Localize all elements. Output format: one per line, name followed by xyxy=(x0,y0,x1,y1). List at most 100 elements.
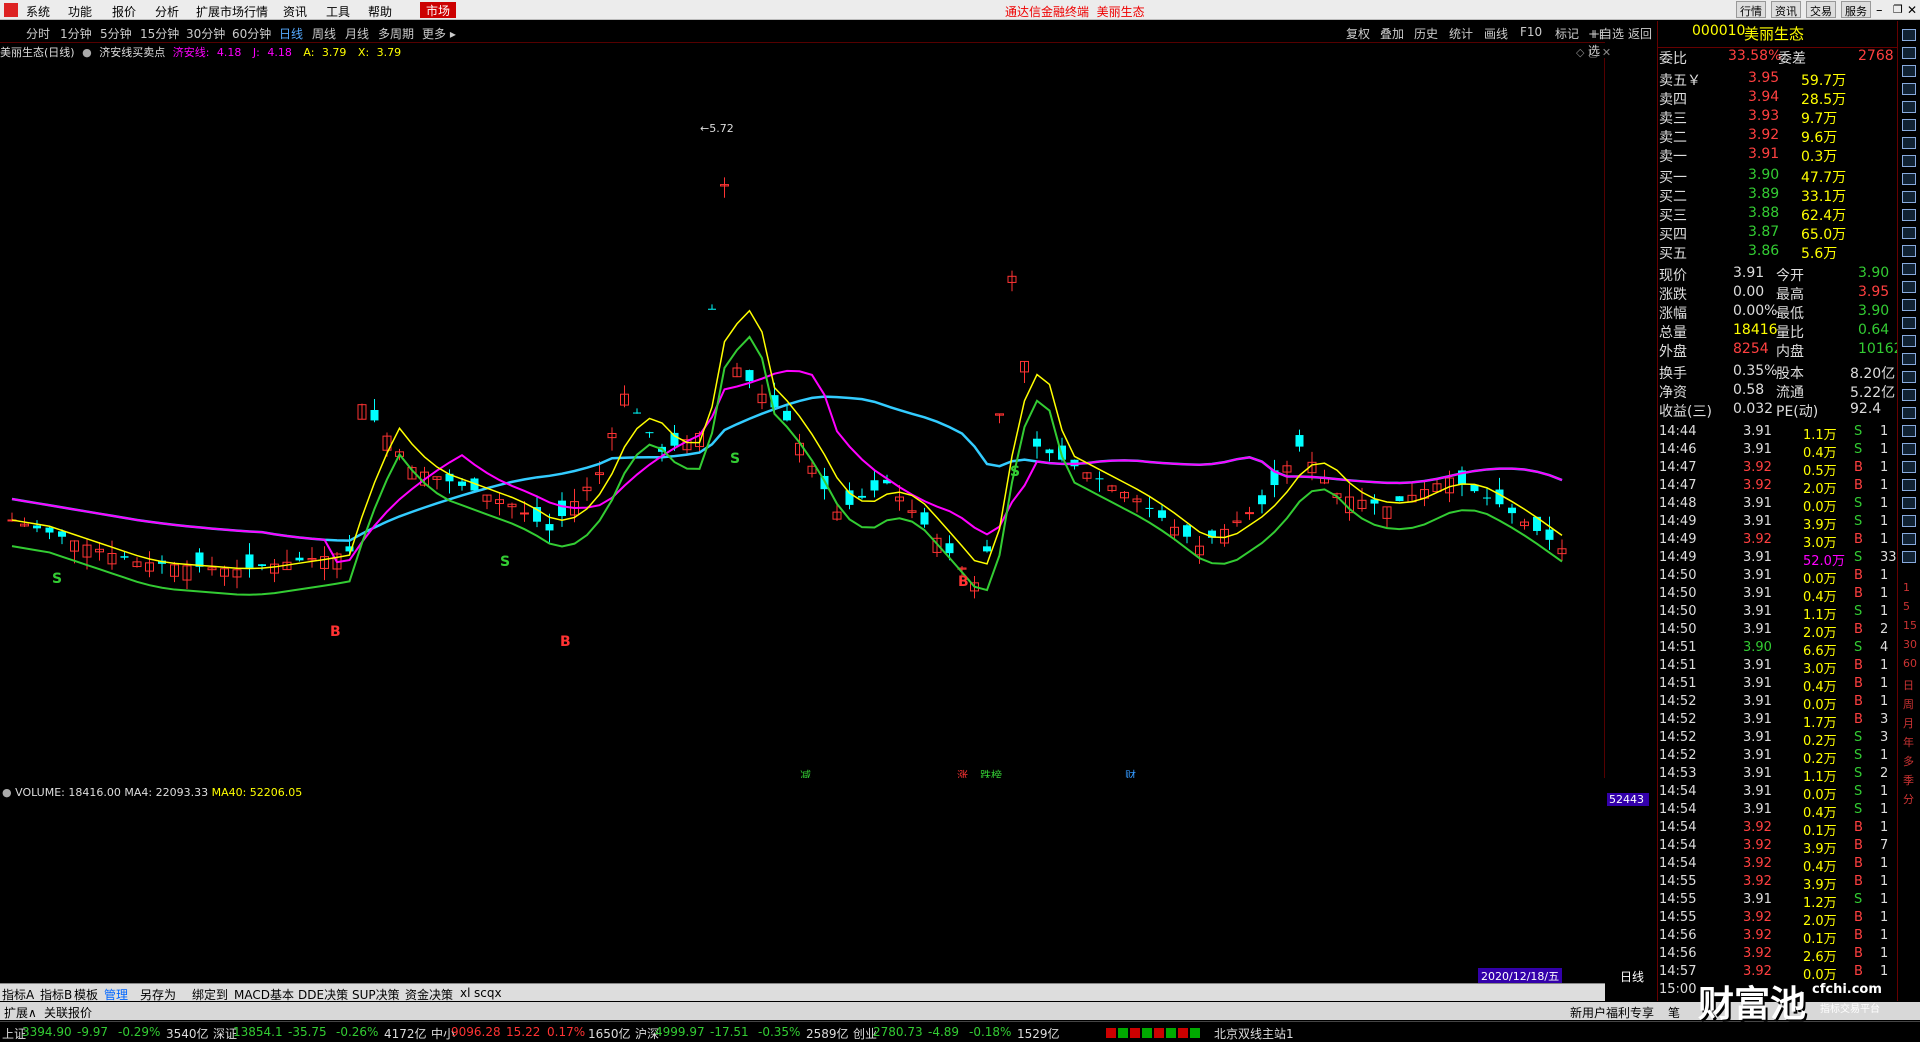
side-period-number[interactable]: 5 xyxy=(1903,600,1910,613)
side-tool-icon[interactable] xyxy=(1902,119,1916,131)
period-30min[interactable]: 30分钟 xyxy=(186,25,225,42)
side-tool-icon[interactable] xyxy=(1902,29,1916,41)
side-tool-icon[interactable] xyxy=(1902,209,1916,221)
side-tool-icon[interactable] xyxy=(1902,299,1916,311)
side-tool-icon[interactable] xyxy=(1902,281,1916,293)
restore-icon[interactable]: ❐ xyxy=(1893,3,1903,16)
tool-diejia[interactable]: 叠加 xyxy=(1380,25,1404,42)
side-period-number[interactable]: 1 xyxy=(1903,581,1910,594)
side-period-label[interactable]: 分 xyxy=(1903,791,1914,807)
side-tool-icon[interactable] xyxy=(1902,191,1916,203)
side-tool-icon[interactable] xyxy=(1902,101,1916,113)
expand-toggle[interactable]: 扩展∧ xyxy=(4,1004,37,1021)
volume-settings-icon[interactable]: ● xyxy=(2,786,12,799)
promo-link[interactable]: 新用户福利专享 xyxy=(1570,1004,1654,1021)
side-tool-icon[interactable] xyxy=(1902,389,1916,401)
side-tool-icon[interactable] xyxy=(1902,83,1916,95)
side-period-number[interactable]: 30 xyxy=(1903,638,1917,651)
side-tool-icon[interactable] xyxy=(1902,245,1916,257)
minimize-icon[interactable]: – xyxy=(1876,3,1883,18)
btn-zixun[interactable]: 资讯 xyxy=(1771,1,1801,18)
tool-lishi[interactable]: 历史 xyxy=(1414,25,1438,42)
tool-huaxian[interactable]: 画线 xyxy=(1484,25,1508,42)
side-tool-icon[interactable] xyxy=(1902,263,1916,275)
indicator-tab[interactable]: xl xyxy=(460,986,470,1000)
period-5min[interactable]: 5分钟 xyxy=(100,25,132,42)
indicator-tab[interactable]: scqx xyxy=(474,986,502,1000)
period-fenshi[interactable]: 分时 xyxy=(26,25,50,42)
side-period-label[interactable]: 月 xyxy=(1903,715,1914,731)
side-period-label[interactable]: 季 xyxy=(1903,772,1914,788)
side-tool-icon[interactable] xyxy=(1902,461,1916,473)
side-tool-icon[interactable] xyxy=(1902,137,1916,149)
close-icon[interactable]: ✕ xyxy=(1907,3,1917,17)
zoom-nav-button[interactable]: ◂ xyxy=(1675,986,1681,1000)
btn-jiaoyi[interactable]: 交易 xyxy=(1806,1,1836,18)
tool-fuquan[interactable]: 复权 xyxy=(1346,25,1370,42)
period-60min[interactable]: 60分钟 xyxy=(232,25,271,42)
period-1min[interactable]: 1分钟 xyxy=(60,25,92,42)
side-period-label[interactable]: 年 xyxy=(1903,734,1914,750)
menu-function[interactable]: 功能 xyxy=(68,3,92,20)
btn-fuwu[interactable]: 服务 xyxy=(1841,1,1871,18)
kline-chart[interactable]: 5.605.505.405.305.205.105.004.904.804.70… xyxy=(0,58,1605,778)
period-more[interactable]: 更多 ▸ xyxy=(422,25,456,42)
menu-ext-market[interactable]: 扩展市场行情 xyxy=(196,3,268,20)
indicator-tab[interactable]: 另存为 xyxy=(140,986,176,1003)
indicator-tab[interactable]: DDE决策 xyxy=(298,986,348,1003)
menu-news[interactable]: 资讯 xyxy=(283,3,307,20)
side-tool-icon[interactable] xyxy=(1902,353,1916,365)
side-period-label[interactable]: 周 xyxy=(1903,696,1914,712)
btn-hangqing[interactable]: 行情 xyxy=(1736,1,1766,18)
side-tool-icon[interactable] xyxy=(1902,515,1916,527)
menu-quote[interactable]: 报价 xyxy=(112,3,136,20)
indicator-tab[interactable]: MACD基本 xyxy=(234,986,294,1003)
side-tool-icon[interactable] xyxy=(1902,533,1916,545)
indicator-tab[interactable]: 绑定到 xyxy=(192,986,228,1003)
zoom-nav-button[interactable]: + xyxy=(1615,986,1625,1000)
side-tool-icon[interactable] xyxy=(1902,47,1916,59)
menu-analysis[interactable]: 分析 xyxy=(155,3,179,20)
side-tool-icon[interactable] xyxy=(1902,371,1916,383)
promo-bi[interactable]: 笔 xyxy=(1668,1004,1680,1021)
indicator-tab[interactable]: 资金决策 xyxy=(405,986,453,1003)
tool-f10[interactable]: F10 xyxy=(1520,25,1542,39)
period-weekly[interactable]: 周线 xyxy=(312,25,336,42)
side-period-label[interactable]: 多 xyxy=(1903,753,1914,769)
side-tool-icon[interactable] xyxy=(1902,497,1916,509)
indicator-tab[interactable]: 管理 xyxy=(104,986,128,1003)
side-period-number[interactable]: 15 xyxy=(1903,619,1917,632)
period-15min[interactable]: 15分钟 xyxy=(140,25,179,42)
indicator-tab[interactable]: 指标A xyxy=(2,986,34,1003)
side-tool-icon[interactable] xyxy=(1902,425,1916,437)
side-tool-icon[interactable] xyxy=(1902,407,1916,419)
tool-tongji[interactable]: 统计 xyxy=(1449,25,1473,42)
side-tool-icon[interactable] xyxy=(1902,551,1916,563)
side-tool-icon[interactable] xyxy=(1902,443,1916,455)
menu-system[interactable]: 系统 xyxy=(26,3,50,20)
menu-help[interactable]: 帮助 xyxy=(368,3,392,20)
tool-biaoji[interactable]: 标记 xyxy=(1555,25,1579,42)
period-monthly[interactable]: 月线 xyxy=(345,25,369,42)
period-daily[interactable]: 日线 xyxy=(279,25,303,42)
tool-add-fav-label[interactable]: +自选 xyxy=(1590,25,1624,42)
side-tool-icon[interactable] xyxy=(1902,335,1916,347)
side-tool-icon[interactable] xyxy=(1902,479,1916,491)
indicator-tab[interactable]: SUP决策 xyxy=(352,986,400,1003)
menu-tools[interactable]: 工具 xyxy=(326,3,350,20)
side-tool-icon[interactable] xyxy=(1902,155,1916,167)
side-tool-icon[interactable] xyxy=(1902,227,1916,239)
side-tool-icon[interactable] xyxy=(1902,317,1916,329)
zoom-nav-button[interactable]: − xyxy=(1645,986,1655,1000)
menu-market-tab[interactable]: 市场 xyxy=(420,2,457,18)
side-period-label[interactable]: 日 xyxy=(1903,677,1914,693)
server-status[interactable]: 北京双线主站1 xyxy=(1214,1025,1294,1042)
period-multi[interactable]: 多周期 xyxy=(378,25,414,42)
side-tool-icon[interactable] xyxy=(1902,65,1916,77)
indicator-tab[interactable]: 模板 xyxy=(74,986,98,1003)
side-tool-icon[interactable] xyxy=(1902,173,1916,185)
tool-back[interactable]: 返回 xyxy=(1628,25,1652,42)
related-quote[interactable]: 关联报价 xyxy=(44,1004,92,1021)
indicator-tab[interactable]: 指标B xyxy=(40,986,72,1003)
side-period-number[interactable]: 60 xyxy=(1903,657,1917,670)
